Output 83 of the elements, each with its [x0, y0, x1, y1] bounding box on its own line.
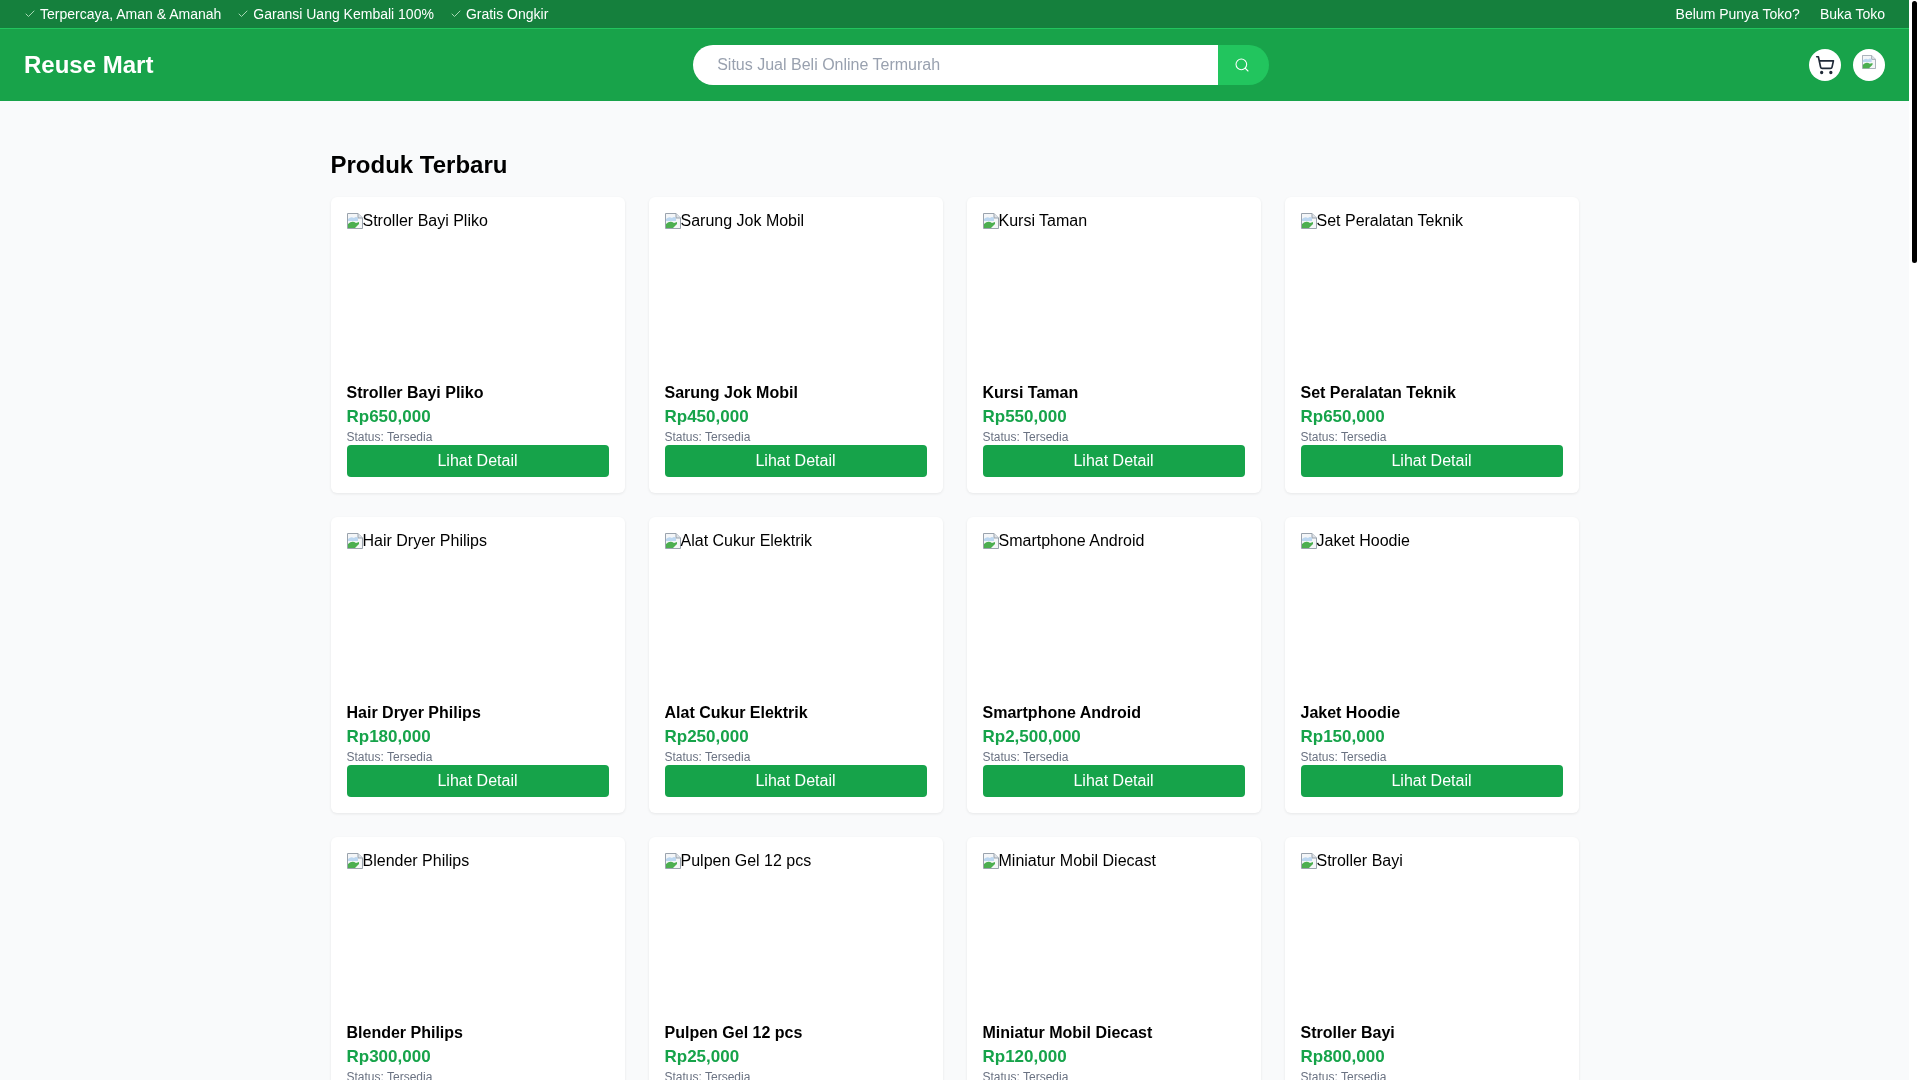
detail-button[interactable]: Lihat Detail [346, 445, 609, 477]
check-icon [24, 8, 36, 20]
cart-button[interactable] [1809, 49, 1841, 81]
detail-button[interactable]: Lihat Detail [664, 445, 927, 477]
logo-text[interactable]: Reuse Mart [24, 49, 154, 81]
product-status: Status: Tersedia [664, 749, 751, 765]
broken-image-icon [346, 853, 363, 869]
section-title: Produk Terbaru [330, 150, 508, 180]
product-status: Status: Tersedia [1300, 749, 1387, 765]
product-status: Status: Tersedia [982, 749, 1069, 765]
product-name: Miniatur Mobil Diecast [982, 1023, 1153, 1043]
image-alt-text: Miniatur Mobil Diecast [998, 851, 1156, 871]
product-name: Kursi Taman [982, 383, 1079, 403]
product-price: Rp150,000 [1300, 726, 1385, 748]
product-price: Rp450,000 [664, 406, 749, 428]
scrollbar-thumb[interactable] [1912, 1, 1917, 263]
image-alt-text: Hair Dryer Philips [362, 531, 487, 551]
feature-text: Gratis Ongkir [465, 5, 549, 24]
product-price: Rp650,000 [1300, 406, 1385, 428]
check-icon [449, 8, 462, 20]
image-alt-text: Stroller Bayi [1316, 851, 1403, 871]
product-status: Status: Tersedia [346, 429, 433, 445]
product-price: Rp120,000 [982, 1046, 1067, 1068]
product-price: Rp650,000 [346, 406, 431, 428]
scrollbar[interactable] [1909, 0, 1920, 1080]
product-price: Rp25,000 [664, 1046, 740, 1068]
top-bar-link[interactable]: Buka Toko [1819, 4, 1885, 24]
broken-image-icon [1862, 55, 1876, 69]
product-name: Pulpen Gel 12 pcs [664, 1023, 803, 1043]
check-icon [237, 8, 250, 20]
cart-icon [1815, 55, 1835, 75]
product-status: Status: Tersedia [346, 749, 433, 765]
product-price: Rp300,000 [346, 1046, 431, 1068]
product-price: Rp2,500,000 [982, 726, 1081, 748]
image-alt-text: Stroller Bayi Pliko [362, 211, 488, 231]
profile-button[interactable] [1853, 49, 1885, 81]
image-alt-text: Alat Cukur Elektrik [680, 531, 813, 551]
product-price: Rp180,000 [346, 726, 431, 748]
broken-image-icon [982, 853, 999, 869]
feature-text: Terpercaya, Aman & Amanah [40, 5, 222, 24]
product-status: Status: Tersedia [982, 429, 1069, 445]
product-name: Set Peralatan Teknik [1300, 383, 1456, 403]
search-button[interactable] [1218, 45, 1270, 85]
broken-image-icon [346, 213, 363, 229]
product-status: Status: Tersedia [664, 429, 751, 445]
product-name: Alat Cukur Elektrik [664, 703, 808, 723]
detail-button[interactable]: Lihat Detail [346, 765, 609, 797]
detail-button[interactable]: Lihat Detail [1300, 445, 1563, 477]
search-field[interactable]: Situs Jual Beli Online Termurah [693, 45, 1219, 85]
product-name: Stroller Bayi [1300, 1023, 1395, 1043]
product-status: Status: Tersedia [1300, 429, 1387, 445]
broken-image-icon [664, 213, 681, 229]
image-alt-text: Kursi Taman [998, 211, 1088, 231]
image-alt-text: Jaket Hoodie [1316, 531, 1410, 551]
broken-image-icon [1300, 533, 1317, 549]
search-icon [1233, 57, 1250, 73]
detail-button[interactable]: Lihat Detail [664, 765, 927, 797]
detail-button[interactable]: Lihat Detail [982, 765, 1245, 797]
detail-button[interactable]: Lihat Detail [1300, 765, 1563, 797]
broken-image-icon [664, 853, 681, 869]
product-price: Rp250,000 [664, 726, 749, 748]
broken-image-icon [982, 213, 999, 229]
detail-button[interactable]: Lihat Detail [982, 445, 1245, 477]
product-name: Blender Philips [346, 1023, 463, 1043]
product-name: Sarung Jok Mobil [664, 383, 798, 403]
feature-text: Garansi Uang Kembali 100% [253, 5, 434, 24]
broken-image-icon [664, 533, 681, 549]
product-price: Rp550,000 [982, 406, 1067, 428]
product-name: Stroller Bayi Pliko [346, 383, 484, 403]
broken-image-icon [1300, 853, 1317, 869]
product-name: Jaket Hoodie [1300, 703, 1401, 723]
product-price: Rp800,000 [1300, 1046, 1385, 1068]
image-alt-text: Smartphone Android [998, 531, 1145, 551]
top-bar-link[interactable]: Belum Punya Toko? [1675, 4, 1800, 24]
broken-image-icon [982, 533, 999, 549]
image-alt-text: Set Peralatan Teknik [1316, 211, 1463, 231]
broken-image-icon [346, 533, 363, 549]
product-name: Smartphone Android [982, 703, 1141, 723]
image-alt-text: Pulpen Gel 12 pcs [680, 851, 812, 871]
product-name: Hair Dryer Philips [346, 703, 481, 723]
broken-image-icon [1300, 213, 1317, 229]
image-alt-text: Blender Philips [362, 851, 470, 871]
image-alt-text: Sarung Jok Mobil [680, 211, 805, 231]
